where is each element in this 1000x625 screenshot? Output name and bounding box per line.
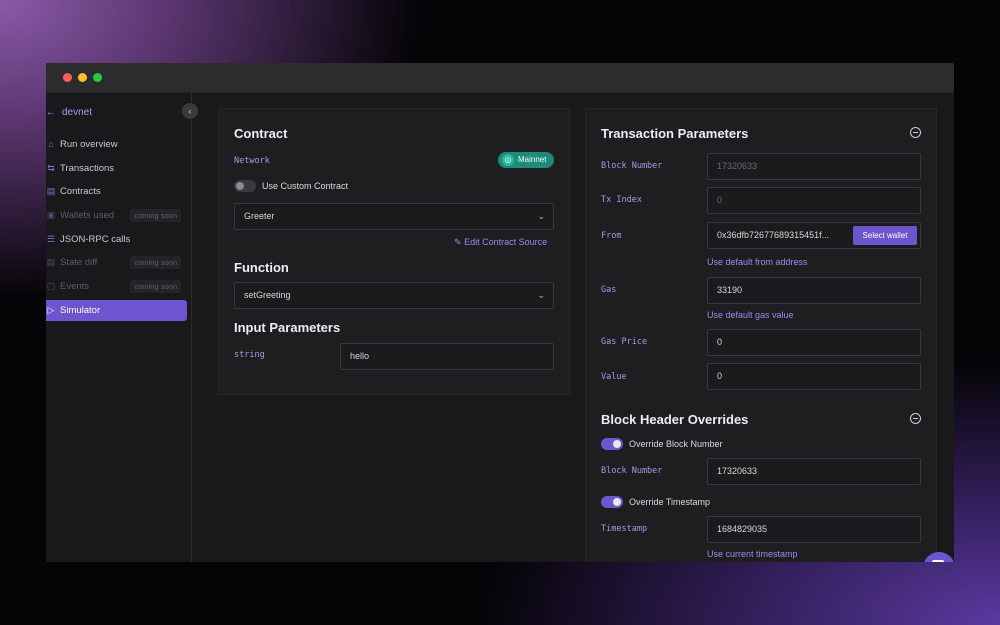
list-icon: ☰ bbox=[46, 233, 56, 244]
arrows-icon: ⇆ bbox=[47, 162, 55, 173]
sidebar-item-label: Transactions bbox=[60, 162, 115, 174]
custom-contract-label: Use Custom Contract bbox=[262, 181, 349, 191]
network-badge[interactable]: ◎ Mainnet bbox=[498, 152, 554, 168]
custom-contract-toggle[interactable] bbox=[234, 180, 256, 192]
gas-input[interactable]: 33190 bbox=[707, 277, 921, 304]
default-gas-link[interactable]: Use default gas value bbox=[707, 310, 794, 320]
sidebar-item-json-rpc-calls[interactable]: ☰ JSON-RPC calls bbox=[46, 229, 187, 250]
sidebar-item-label: Wallets used bbox=[60, 210, 115, 222]
network-value: Mainnet bbox=[518, 155, 547, 164]
sidebar: ← devnet ‹ ⌂ Run overview ⇆ Transactions… bbox=[46, 93, 198, 562]
header-block-number-label: Block Number bbox=[601, 466, 663, 476]
coming-soon-badge: coming soon bbox=[130, 209, 181, 223]
sidebar-item-events: ▢ Events coming soon bbox=[46, 276, 187, 297]
input-parameters-title: Input Parameters bbox=[234, 320, 341, 335]
contract-panel: Contract Network ◎ Mainnet Use Custom Co… bbox=[218, 108, 570, 395]
sidebar-item-wallets-used: ▣ Wallets used coming soon bbox=[46, 205, 187, 226]
block-header-overrides-title: Block Header Overrides bbox=[601, 412, 749, 427]
value-input[interactable]: 0 bbox=[707, 363, 921, 390]
edit-contract-source-label: Edit Contract Source bbox=[464, 237, 548, 247]
block-number-input[interactable]: 17320633 bbox=[707, 153, 921, 180]
sidebar-item-label: Run overview bbox=[60, 139, 118, 150]
block-number-label: Block Number bbox=[601, 161, 663, 171]
contract-select-value: Greeter bbox=[244, 211, 275, 221]
collapse-sidebar-button[interactable]: ‹ bbox=[182, 103, 198, 119]
collapse-header-icon[interactable] bbox=[910, 413, 921, 424]
function-select[interactable]: setGreeting ⌄ bbox=[234, 282, 554, 309]
gas-price-input[interactable]: 0 bbox=[707, 329, 921, 356]
close-window-button[interactable] bbox=[63, 73, 72, 82]
tx-index-label: Tx Index bbox=[601, 195, 642, 205]
globe-icon: ◎ bbox=[502, 154, 514, 166]
param-type-label: string bbox=[234, 350, 265, 360]
chat-icon bbox=[932, 560, 944, 562]
sidebar-item-label: Simulator bbox=[60, 304, 101, 316]
wallet-icon: ▣ bbox=[46, 210, 56, 221]
function-select-value: setGreeting bbox=[244, 290, 291, 300]
override-timestamp-toggle[interactable] bbox=[601, 496, 623, 508]
sidebar-item-label: State diff bbox=[60, 257, 98, 269]
chevron-left-icon: ‹ bbox=[188, 106, 192, 116]
timestamp-label: Timestamp bbox=[601, 524, 648, 534]
header-block-number-input[interactable]: 17320633 bbox=[707, 458, 921, 485]
sidebar-item-label: JSON-RPC calls bbox=[60, 233, 131, 245]
chevron-down-icon: ⌄ bbox=[537, 211, 545, 221]
sidebar-item-run-overview[interactable]: ⌂ Run overview bbox=[46, 134, 187, 155]
arrow-left-icon: ← bbox=[46, 107, 56, 118]
from-label: From bbox=[601, 231, 622, 241]
edit-icon: ✎ bbox=[454, 237, 462, 247]
sidebar-item-contracts[interactable]: ▤ Contracts bbox=[46, 181, 187, 202]
file-icon: ▤ bbox=[46, 186, 56, 197]
maximize-window-button[interactable] bbox=[93, 73, 102, 82]
title-bar bbox=[46, 63, 954, 93]
function-title: Function bbox=[234, 260, 289, 275]
doc-icon: ▤ bbox=[46, 257, 56, 268]
minimize-window-button[interactable] bbox=[78, 73, 87, 82]
app-window: ← devnet ‹ ⌂ Run overview ⇆ Transactions… bbox=[46, 63, 954, 562]
coming-soon-badge: coming soon bbox=[130, 256, 181, 270]
gas-price-label: Gas Price bbox=[601, 337, 648, 347]
value-label: Value bbox=[601, 372, 627, 382]
edit-contract-source-link[interactable]: ✎ Edit Contract Source bbox=[454, 237, 547, 248]
sidebar-item-label: Contracts bbox=[60, 186, 101, 198]
from-input[interactable]: 0x36dfb72677689315451f... Select wallet bbox=[707, 222, 921, 249]
play-icon: ▷ bbox=[47, 304, 55, 315]
override-block-label: Override Block Number bbox=[629, 439, 723, 449]
timestamp-input[interactable]: 1684829035 bbox=[707, 516, 921, 543]
bookmark-icon: ▢ bbox=[46, 281, 56, 292]
sidebar-item-label: Events bbox=[60, 281, 90, 293]
contract-select[interactable]: Greeter ⌄ bbox=[234, 203, 554, 230]
transaction-parameters-panel: Transaction Parameters Block Number 1732… bbox=[585, 108, 937, 562]
tx-index-input[interactable]: 0 bbox=[707, 187, 921, 214]
select-wallet-button[interactable]: Select wallet bbox=[853, 226, 917, 245]
override-block-toggle[interactable] bbox=[601, 438, 623, 450]
default-from-link[interactable]: Use default from address bbox=[707, 257, 808, 267]
network-label: Network bbox=[234, 156, 270, 166]
home-icon: ⌂ bbox=[48, 139, 54, 149]
sidebar-item-simulator[interactable]: ▷ Simulator bbox=[46, 299, 187, 321]
collapse-transaction-icon[interactable] bbox=[910, 127, 921, 138]
contract-title: Contract bbox=[234, 126, 288, 141]
from-value: 0x36dfb72677689315451f... bbox=[717, 230, 830, 240]
current-timestamp-link[interactable]: Use current timestamp bbox=[707, 549, 798, 559]
coming-soon-badge: coming soon bbox=[130, 280, 181, 294]
gas-label: Gas bbox=[601, 285, 617, 295]
sidebar-item-transactions[interactable]: ⇆ Transactions bbox=[46, 158, 187, 179]
back-link[interactable]: ← devnet bbox=[46, 107, 92, 118]
back-label: devnet bbox=[62, 107, 93, 118]
param-string-input[interactable]: hello bbox=[340, 343, 554, 370]
sidebar-item-state-diff: ▤ State diff coming soon bbox=[46, 252, 187, 273]
override-timestamp-label: Override Timestamp bbox=[629, 497, 711, 507]
transaction-parameters-title: Transaction Parameters bbox=[601, 126, 749, 141]
chevron-down-icon: ⌄ bbox=[537, 290, 545, 300]
sidebar-nav: ⌂ Run overview ⇆ Transactions ▤ Contract… bbox=[46, 134, 187, 324]
